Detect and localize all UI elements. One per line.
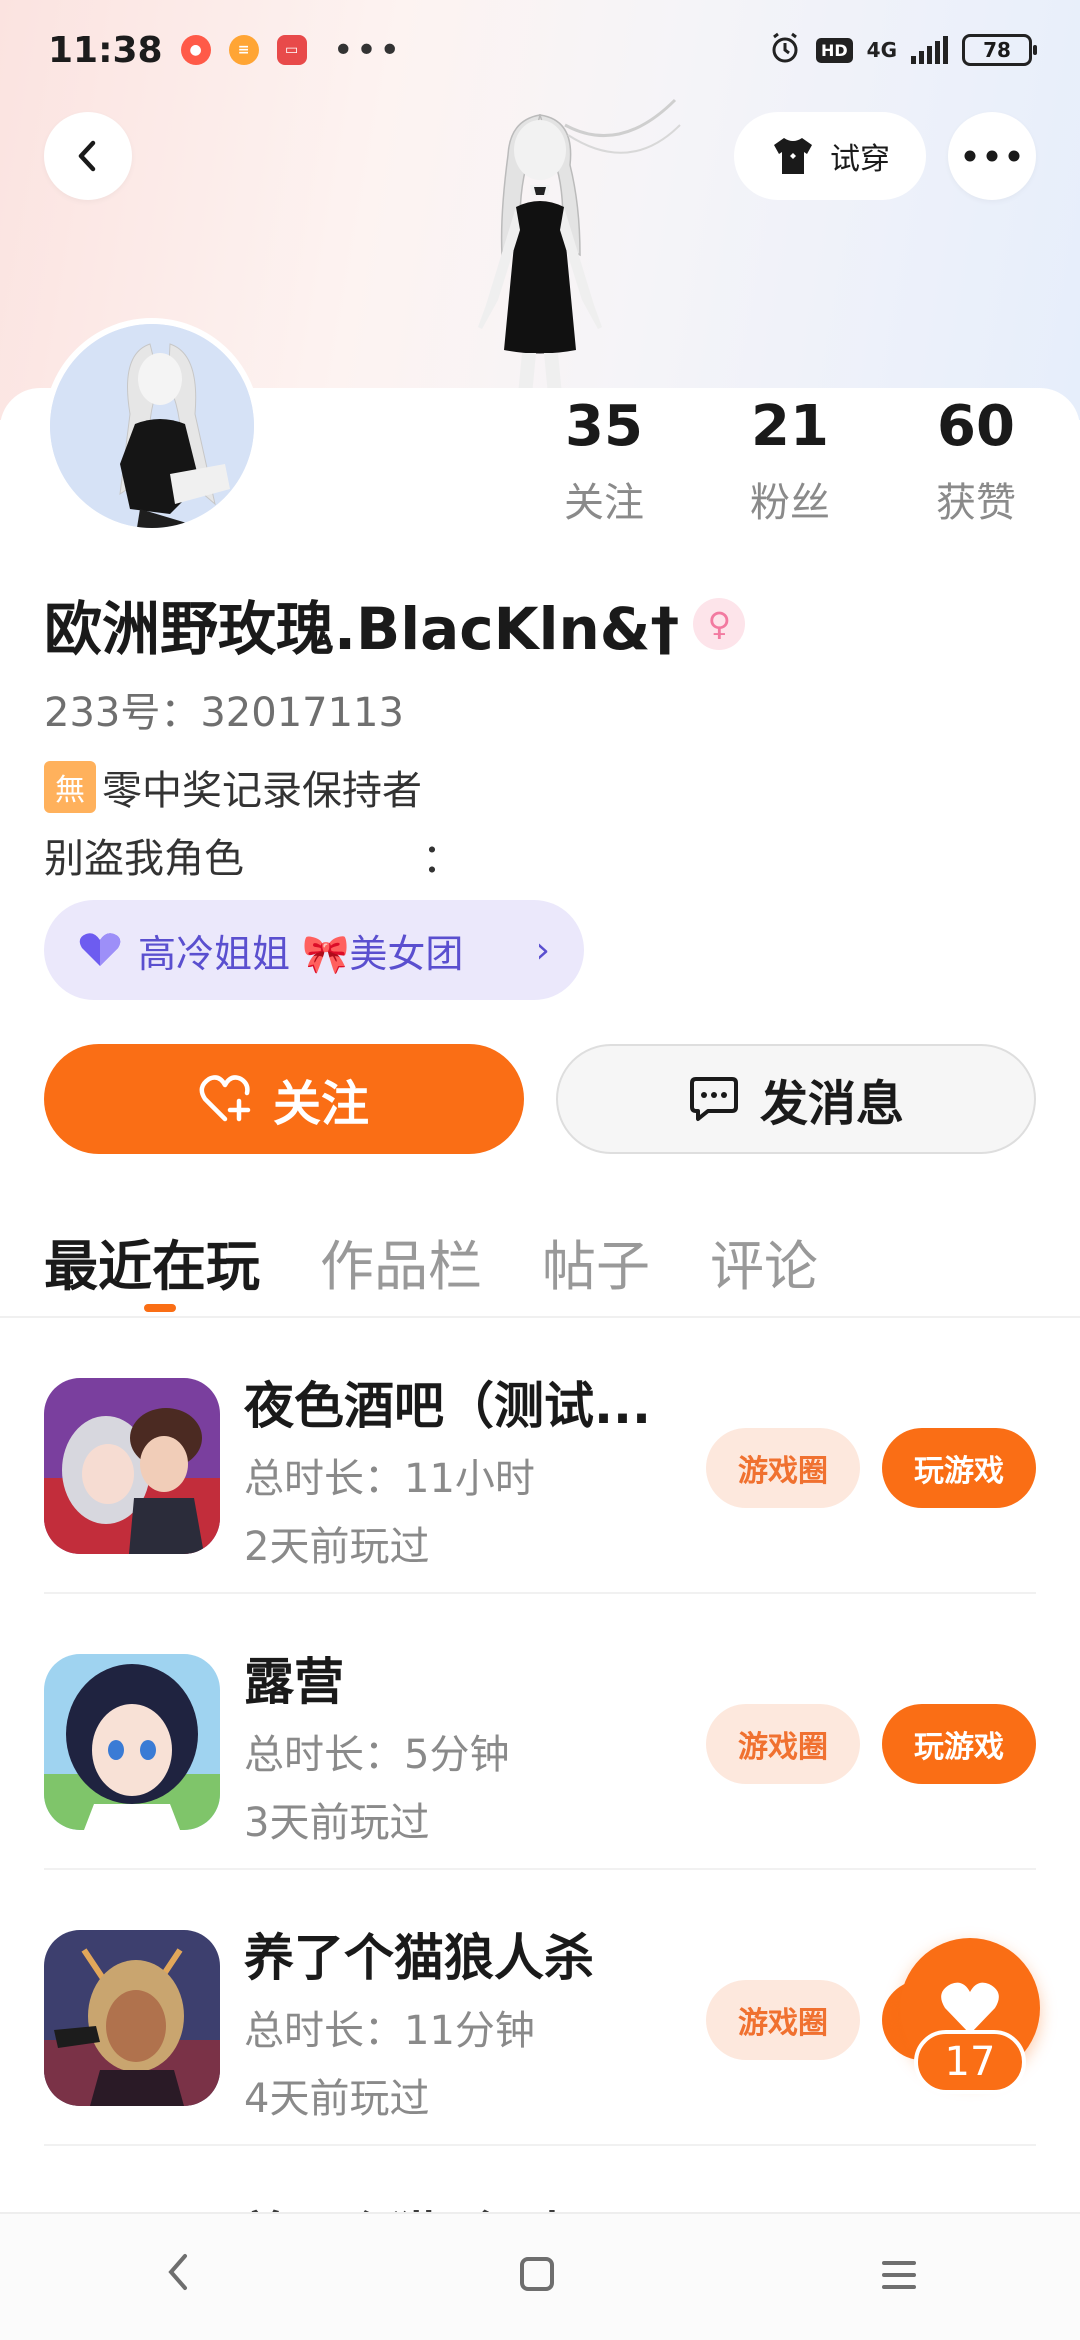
username-row: 欧洲野玫瑰.BlacKln&† ♀ — [44, 582, 746, 666]
bio-text-1: 零中奖记录保持者 — [102, 768, 422, 814]
active-tab-indicator — [144, 1304, 176, 1312]
game-circle-button[interactable]: 游戏圈 — [706, 1428, 860, 1508]
female-icon: ♀ — [693, 598, 746, 650]
notification-icon: ● — [180, 35, 211, 65]
game-last-played: 4天前玩过 — [244, 2076, 430, 2122]
heart-plus-icon — [199, 1075, 251, 1122]
nav-home-icon[interactable] — [519, 2252, 555, 2303]
game-title: 露营 — [244, 1653, 344, 1711]
chevron-left-icon — [78, 140, 96, 172]
game-last-played: 2天前玩过 — [244, 1524, 430, 1570]
car-app-icon: ▭ — [276, 35, 307, 65]
play-game-button[interactable]: 玩游戏 — [882, 1704, 1036, 1784]
follow-label: 关注 — [272, 1076, 369, 1132]
status-bar: 11:38 ● ≡ ▭ ••• HD 4G 78 — [0, 0, 1080, 100]
bio-badge-icon: 無 — [44, 761, 96, 813]
group-badge[interactable]: 高冷姐姐 🎀美女团 › — [44, 900, 584, 1000]
shirt-icon — [774, 138, 812, 174]
game-circle-button[interactable]: 游戏圈 — [706, 1704, 860, 1784]
tab-recently-played[interactable]: 最近在玩 — [44, 1222, 260, 1301]
like-count-badge: 17 — [914, 2030, 1026, 2094]
group-label: 高冷姐姐 🎀美女团 — [138, 931, 464, 976]
game-row[interactable]: 夜色酒吧（测试... 总时长：11小时 2天前玩过 游戏圈 玩游戏 — [0, 1318, 1080, 1594]
game-circle-button[interactable]: 游戏圈 — [706, 1980, 860, 2060]
game-title: 养了个猫狼人杀 — [244, 1929, 594, 1987]
game-duration: 总时长：11分钟 — [244, 2008, 535, 2054]
user-id[interactable]: 233号：32017113 — [44, 680, 404, 738]
following-count: 35 — [565, 394, 643, 459]
character-figure — [478, 98, 681, 395]
heart-icon — [941, 1982, 999, 2034]
game-last-played: 3天前玩过 — [244, 1800, 430, 1846]
back-button[interactable] — [44, 112, 132, 200]
status-time: 11:38 — [48, 29, 163, 71]
system-nav-bar — [0, 2212, 1080, 2340]
send-message-label: 发消息 — [759, 1076, 904, 1132]
likes-stat[interactable]: 60 获赞 — [896, 392, 1056, 528]
tab-posts[interactable]: 帖子 — [542, 1222, 650, 1301]
game-row[interactable]: 露营 总时长：5分钟 3天前玩过 游戏圈 玩游戏 — [0, 1594, 1080, 1870]
game-duration: 总时长：5分钟 — [244, 1732, 510, 1778]
nav-back-icon[interactable] — [163, 2252, 193, 2303]
following-stat[interactable]: 35 关注 — [524, 392, 684, 528]
network-type: 4G — [866, 38, 897, 62]
game-icon — [44, 1654, 220, 1830]
more-options-button[interactable] — [948, 112, 1036, 200]
chat-bubble-icon — [689, 1077, 738, 1121]
try-on-button[interactable]: 试穿 — [734, 112, 926, 200]
likes-count: 60 — [937, 394, 1015, 459]
likes-label: 获赞 — [936, 480, 1016, 526]
heart-icon — [79, 933, 121, 966]
following-label: 关注 — [564, 480, 644, 526]
followers-count: 21 — [751, 394, 829, 459]
play-game-button[interactable]: 玩游戏 — [882, 1428, 1036, 1508]
hd-badge: HD — [815, 37, 853, 63]
more-notifications-icon: ••• — [332, 29, 403, 71]
tab-works[interactable]: 作品栏 — [320, 1222, 482, 1301]
username: 欧洲野玫瑰.BlacKln&† — [44, 595, 680, 663]
try-on-label: 试穿 — [830, 142, 890, 177]
row-divider — [44, 2144, 1036, 2146]
nav-menu-icon[interactable] — [881, 2252, 917, 2303]
follow-button[interactable]: 关注 — [44, 1044, 524, 1154]
profile-tabs: 最近在玩 作品栏 帖子 评论 — [44, 1222, 818, 1312]
status-indicators: HD 4G 78 — [768, 31, 1037, 69]
game-icon — [44, 1378, 220, 1554]
followers-stat[interactable]: 21 粉丝 — [710, 392, 870, 528]
game-title: 夜色酒吧（测试... — [244, 1377, 651, 1435]
alarm-icon — [768, 31, 802, 69]
send-message-button[interactable]: 发消息 — [556, 1044, 1036, 1154]
signal-icon — [911, 36, 948, 64]
game-duration: 总时长：11小时 — [244, 1456, 535, 1502]
bio-line-2: 别盗我角色 ： — [44, 836, 463, 882]
avatar[interactable] — [44, 318, 260, 534]
more-dots-icon — [964, 150, 1020, 162]
game-icon — [44, 1930, 220, 2106]
bio-line-1: 無 零中奖记录保持者 — [44, 758, 422, 816]
followers-label: 粉丝 — [750, 480, 830, 526]
battery-indicator: 78 — [962, 34, 1037, 66]
tab-comments[interactable]: 评论 — [710, 1222, 818, 1301]
chevron-right-icon: › — [535, 929, 550, 971]
notes-app-icon: ≡ — [228, 35, 259, 65]
